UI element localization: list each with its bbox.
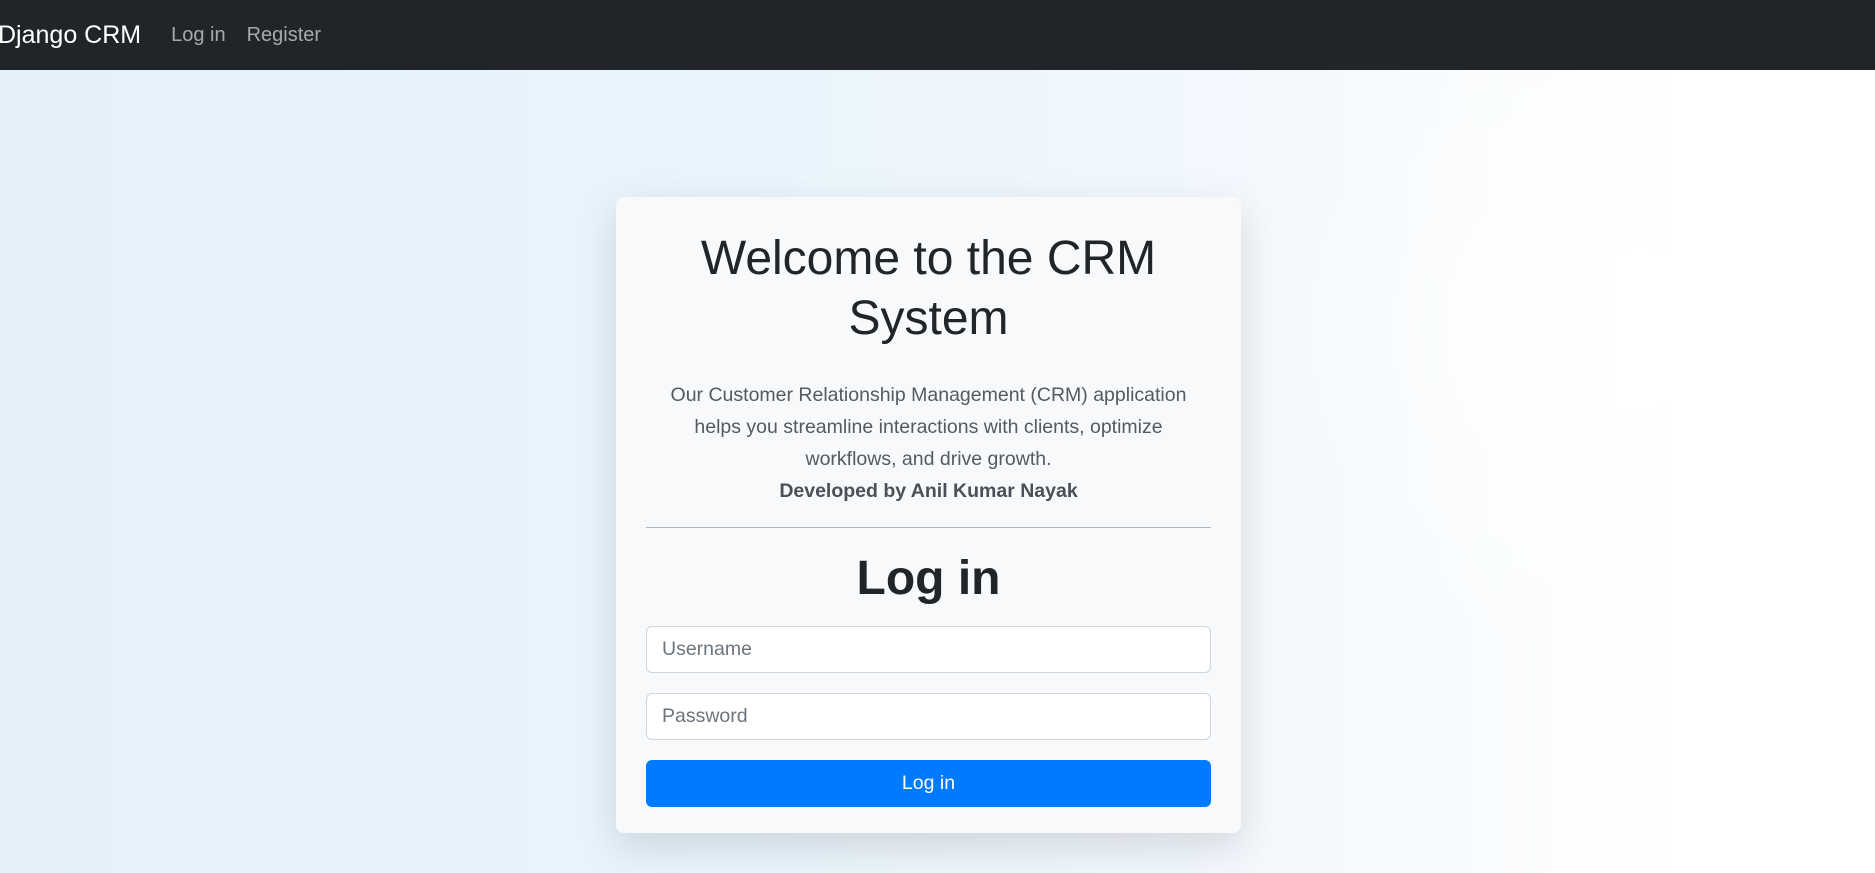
login-submit-button[interactable]: Log in [646,760,1211,807]
top-navbar: Django CRM Log in Register [0,0,1875,70]
page-background: Welcome to the CRM System Our Customer R… [0,70,1875,873]
username-input[interactable] [646,626,1211,673]
nav-link-register[interactable]: Register [247,24,321,47]
login-form: Log in [646,626,1211,807]
developer-credit: Developed by Anil Kumar Nayak [779,480,1078,502]
welcome-title: Welcome to the CRM System [700,232,1157,345]
login-heading: Log in [856,552,1001,605]
password-input[interactable] [646,693,1211,740]
login-card: Welcome to the CRM System Our Customer R… [616,197,1241,833]
divider [646,527,1211,528]
app-description: Our Customer Relationship Management (CR… [659,379,1199,507]
description-text: Our Customer Relationship Management (CR… [670,384,1187,470]
brand-link[interactable]: Django CRM [0,21,141,50]
nav-link-login[interactable]: Log in [171,24,226,47]
